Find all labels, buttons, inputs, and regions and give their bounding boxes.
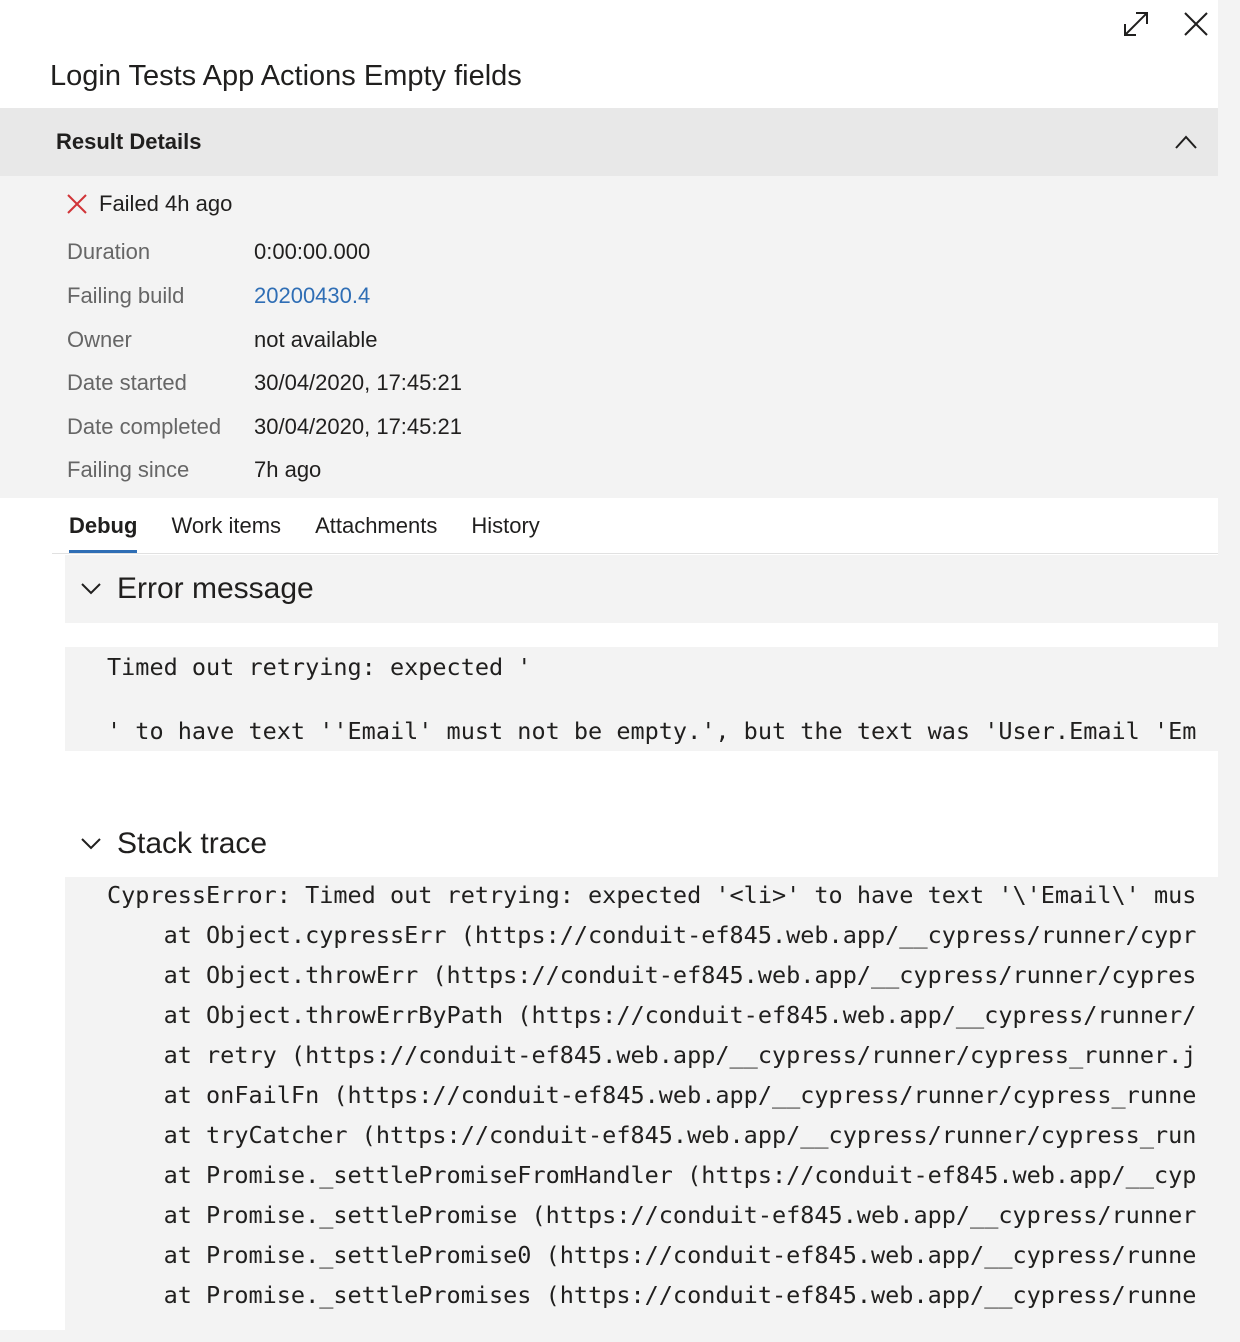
chevron-down-icon [79, 832, 103, 856]
code-line: at Promise._settlePromiseFromHandler (ht… [107, 1161, 1197, 1189]
code-line: at retry (https://conduit-ef845.web.app/… [107, 1041, 1197, 1069]
error-message-text: Timed out retrying: expected ' ' to have… [65, 647, 1218, 751]
detail-label: Date completed [67, 414, 222, 439]
result-details-title: Result Details [56, 129, 202, 154]
detail-label: Date started [67, 370, 187, 395]
tab-bar: Debug Work items Attachments History [52, 499, 1218, 554]
error-message-title: Error message [117, 572, 314, 605]
detail-owner: Owner not available [67, 327, 378, 353]
code-line: at Promise._settlePromise0 (https://cond… [107, 1241, 1197, 1269]
code-line: at Object.throwErrByPath (https://condui… [107, 1001, 1197, 1029]
result-details-body: Failed 4h ago Duration 0:00:00.000 Faili… [0, 176, 1218, 498]
status-line: Failed 4h ago [66, 191, 232, 217]
detail-duration: Duration 0:00:00.000 [67, 239, 370, 265]
code-line: ' to have text ''Email' must not be empt… [107, 717, 1197, 745]
detail-date-completed: Date completed 30/04/2020, 17:45:21 [67, 414, 462, 440]
code-line: at Promise._settlePromise (https://condu… [107, 1201, 1197, 1229]
tab-attachments[interactable]: Attachments [298, 499, 454, 553]
detail-value: 30/04/2020, 17:45:21 [254, 370, 462, 395]
close-icon[interactable] [1176, 4, 1216, 44]
detail-value: 0:00:00.000 [254, 239, 371, 264]
result-details-header[interactable]: Result Details [0, 108, 1218, 176]
detail-label: Failing since [67, 457, 190, 482]
failed-icon [66, 192, 90, 216]
tab-work-items[interactable]: Work items [154, 499, 298, 553]
status-text: Failed 4h ago [99, 191, 233, 216]
detail-value: 7h ago [254, 457, 322, 482]
tab-debug[interactable]: Debug [52, 499, 154, 553]
code-line: Timed out retrying: expected ' [107, 653, 532, 681]
detail-value: not available [254, 327, 378, 352]
detail-value: 30/04/2020, 17:45:21 [254, 414, 462, 439]
code-line: at Promise._settlePromises (https://cond… [107, 1281, 1197, 1309]
tab-history[interactable]: History [454, 499, 556, 553]
stack-trace-text: CypressError: Timed out retrying: expect… [65, 877, 1218, 1330]
code-line: at onFailFn (https://conduit-ef845.web.a… [107, 1081, 1197, 1109]
stack-trace-title: Stack trace [117, 827, 268, 860]
chevron-up-icon[interactable] [1172, 128, 1200, 156]
scrollbar-track[interactable] [1218, 0, 1240, 1342]
horizontal-scrollbar[interactable] [0, 1330, 1240, 1342]
chevron-down-icon [79, 577, 103, 601]
detail-label: Failing build [67, 283, 185, 308]
panel-actions [1116, 4, 1216, 44]
detail-label: Owner [67, 327, 132, 352]
code-line: at Object.throwErr (https://conduit-ef84… [107, 961, 1197, 989]
code-line: at Object.cypressErr (https://conduit-ef… [107, 921, 1197, 949]
stack-trace-header[interactable]: Stack trace [65, 810, 1218, 878]
detail-label: Duration [67, 239, 151, 264]
detail-date-started: Date started 30/04/2020, 17:45:21 [67, 370, 462, 396]
error-message-header[interactable]: Error message [65, 555, 1218, 623]
panel-title: Login Tests App Actions Empty fields [50, 60, 522, 92]
expand-icon[interactable] [1116, 4, 1156, 44]
failing-build-link[interactable]: 20200430.4 [254, 283, 370, 309]
detail-failing-since: Failing since 7h ago [67, 457, 321, 483]
code-line: CypressError: Timed out retrying: expect… [107, 881, 1197, 909]
detail-failing-build: Failing build 20200430.4 [67, 283, 370, 309]
code-line: at tryCatcher (https://conduit-ef845.web… [107, 1121, 1197, 1149]
